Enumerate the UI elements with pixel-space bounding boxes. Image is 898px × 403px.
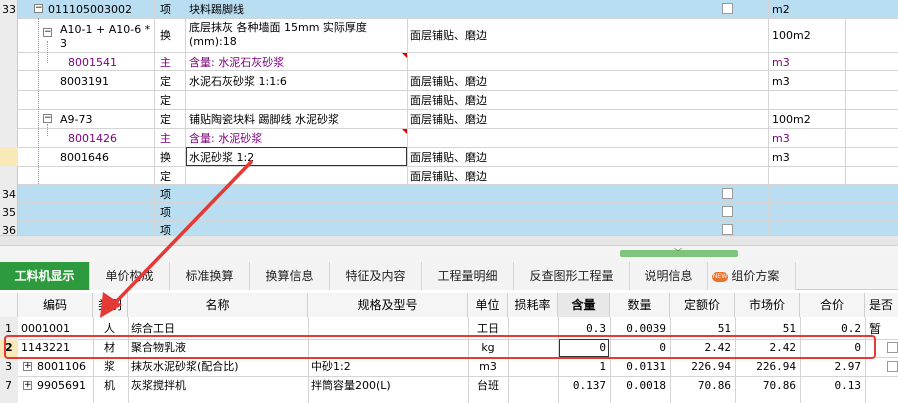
annotation-arrow bbox=[100, 160, 253, 318]
